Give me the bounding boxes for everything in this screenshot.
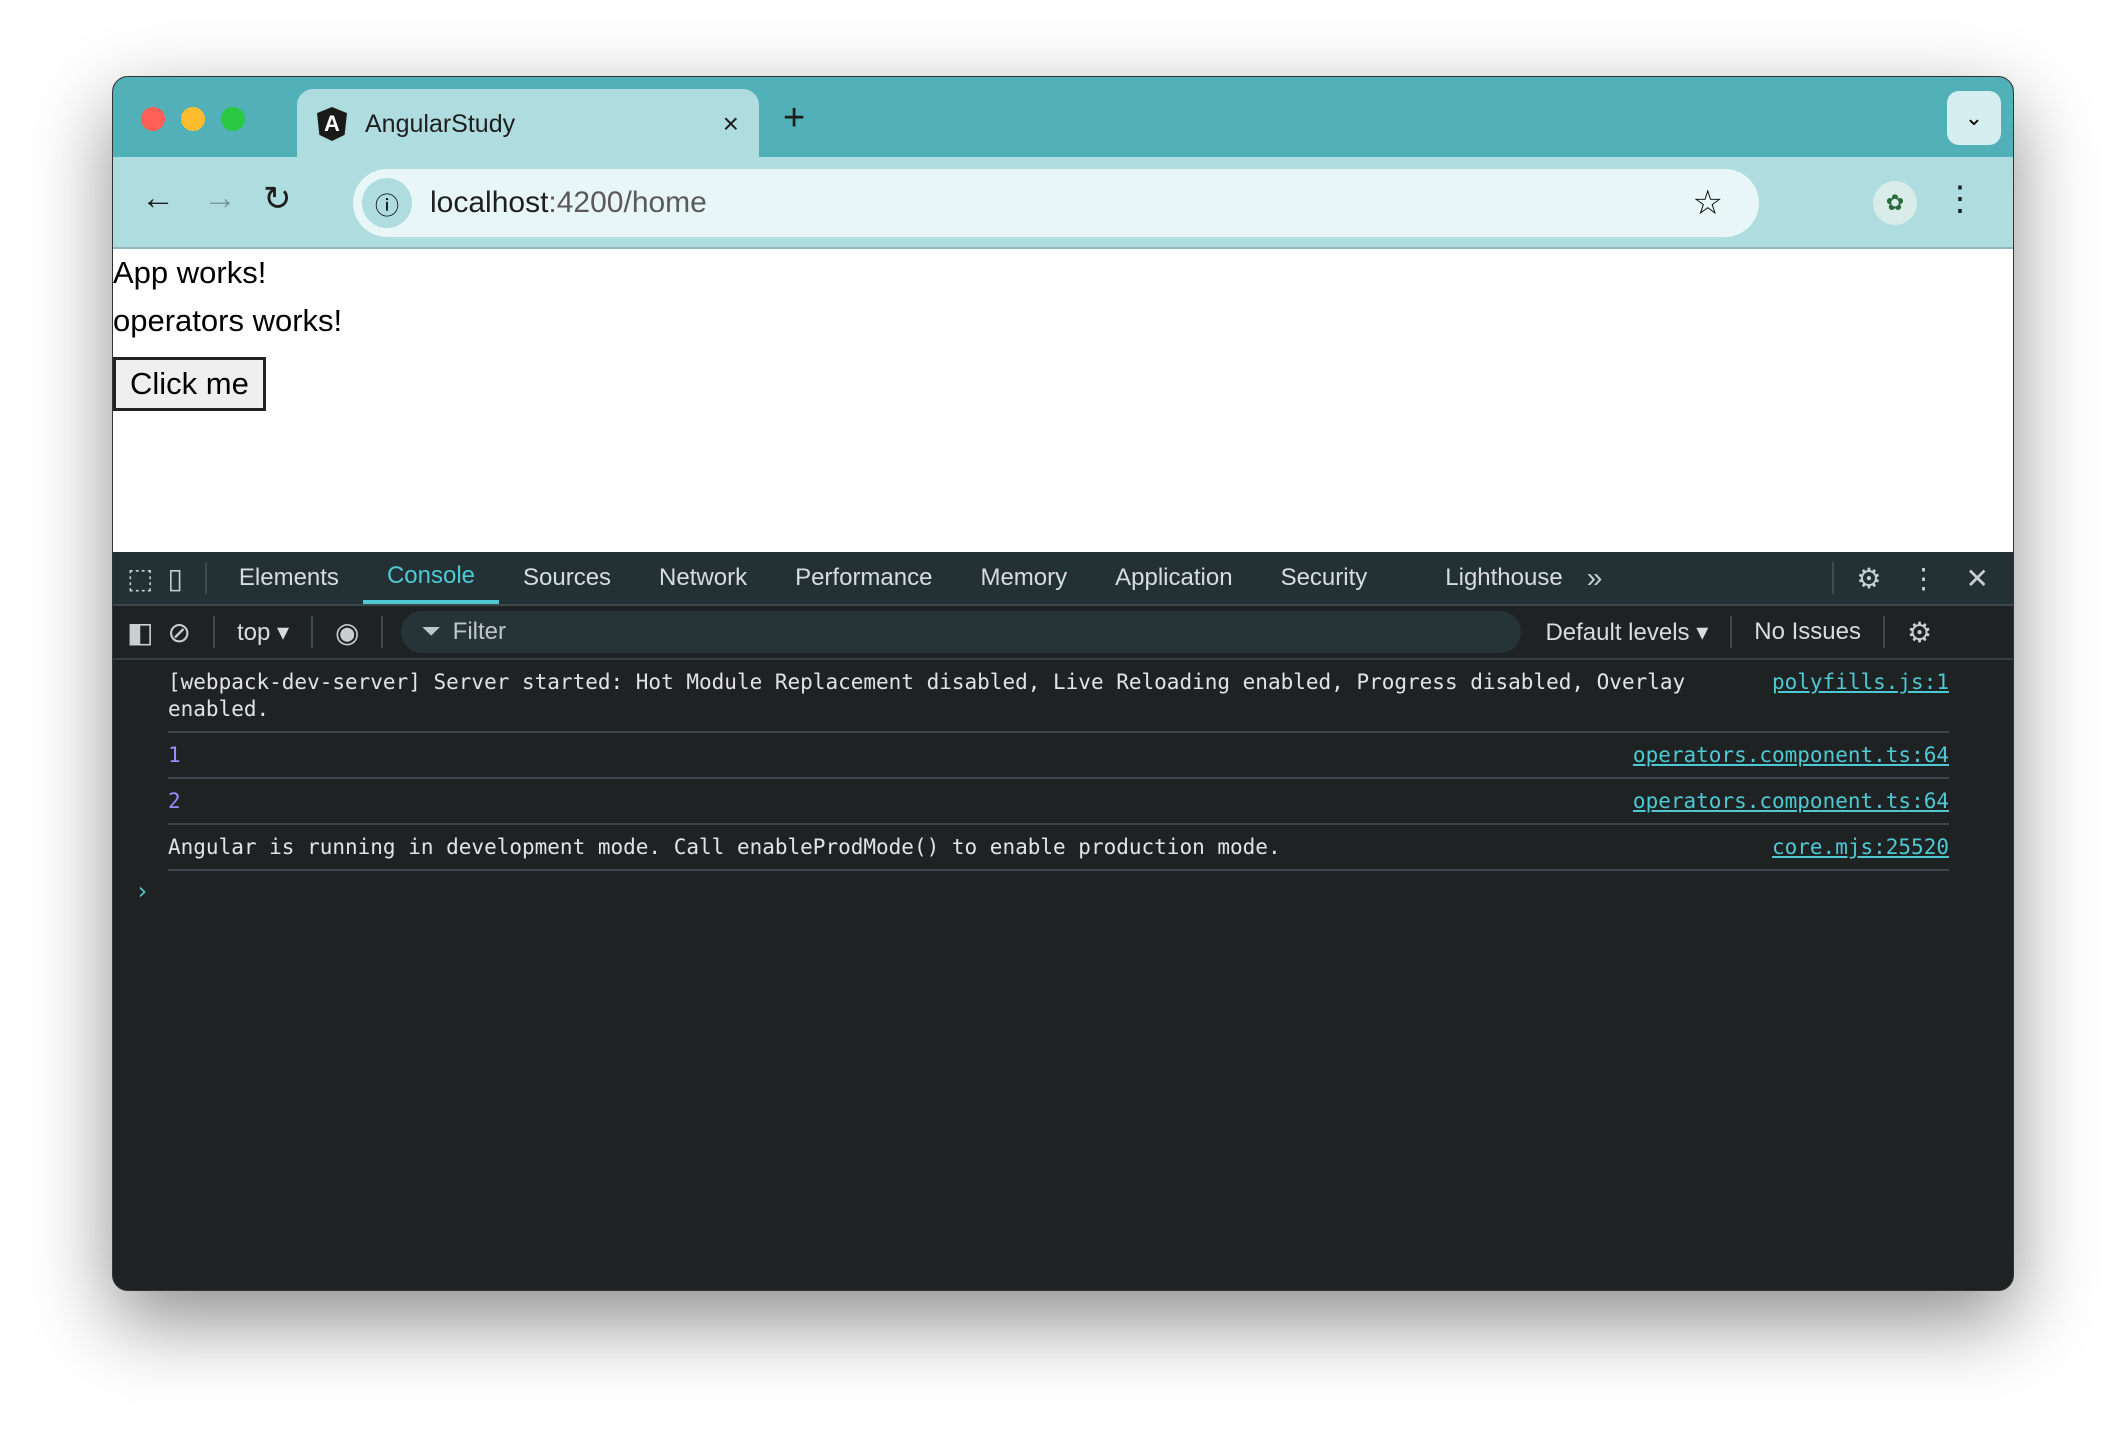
live-expression-eye-icon[interactable]: ◉ (321, 616, 373, 649)
new-tab-button[interactable]: + (783, 97, 805, 140)
click-me-button[interactable]: Click me (113, 357, 266, 411)
site-info-icon[interactable]: ⓘ (362, 178, 412, 228)
sidebar-toggle-icon[interactable]: ◧ (113, 616, 167, 649)
source-link[interactable]: core.mjs:25520 (1772, 834, 1949, 861)
tab-bar: A AngularStudy × + ⌄ (113, 77, 2013, 159)
operators-works-text: operators works! (113, 303, 343, 338)
url-path: :4200/home (548, 186, 707, 219)
back-icon[interactable]: ← (141, 179, 175, 218)
tab-performance[interactable]: Performance (771, 552, 956, 604)
console-message: [webpack-dev-server] Server started: Hot… (168, 660, 1949, 733)
settings-gear-icon[interactable]: ⚙ (1842, 562, 1895, 595)
console-settings-gear-icon[interactable]: ⚙ (1893, 616, 1946, 649)
divider (204, 562, 207, 594)
tab-application[interactable]: Application (1091, 552, 1256, 604)
source-link[interactable]: operators.component.ts:64 (1633, 788, 1949, 815)
clear-console-icon[interactable]: ⊘ (167, 616, 204, 649)
tab-security[interactable]: Security (1257, 552, 1392, 604)
source-link[interactable]: operators.component.ts:64 (1633, 742, 1949, 769)
forward-icon[interactable]: → (203, 179, 237, 218)
log-levels-dropdown[interactable]: Default levels ▾ (1521, 618, 1722, 647)
tab-title: AngularStudy (365, 109, 516, 138)
devtools-tabbar: ⬚ ▯ Elements Console Sources Network Per… (113, 552, 2013, 606)
console-messages: [webpack-dev-server] Server started: Hot… (113, 660, 2013, 1290)
message-text: Angular is running in development mode. … (168, 835, 1281, 859)
divider (311, 616, 314, 648)
message-text: 2 (168, 789, 181, 813)
close-window-button[interactable] (141, 107, 165, 131)
console-toolbar: ◧ ⊘ top ▾ ◉ ⏷ Filter Default levels ▾ No… (113, 606, 2013, 660)
divider (1882, 616, 1885, 648)
tab-close-icon[interactable]: × (723, 108, 739, 140)
minimize-window-button[interactable] (181, 107, 205, 131)
issues-button[interactable]: No Issues (1740, 618, 1875, 646)
filter-input[interactable]: ⏷ Filter (401, 611, 1522, 653)
tab-memory[interactable]: Memory (956, 552, 1091, 604)
console-message: 1 operators.component.ts:64 (168, 733, 1949, 779)
tab-sources[interactable]: Sources (499, 552, 635, 604)
tab-console[interactable]: Console (362, 552, 499, 604)
tab-search-chevron-icon[interactable]: ⌄ (1947, 91, 2001, 145)
address-bar[interactable]: ⓘ localhost:4200/home ☆ (353, 169, 1759, 237)
console-prompt-input[interactable]: › (135, 877, 2013, 905)
tab-network[interactable]: Network (635, 552, 771, 604)
page-content: App works! operators works! Click me (113, 249, 2013, 552)
device-toolbar-icon[interactable]: ▯ (167, 562, 196, 595)
maximize-window-button[interactable] (221, 107, 245, 131)
source-link[interactable]: polyfills.js:1 (1772, 669, 1949, 723)
filter-placeholder: Filter (452, 618, 506, 645)
divider (381, 616, 384, 648)
divider (1730, 616, 1733, 648)
tab-lighthouse[interactable]: Lighthouse (1421, 552, 1586, 604)
more-tabs-icon[interactable]: » (1587, 562, 1603, 594)
context-selector[interactable]: top ▾ (223, 618, 303, 647)
bookmark-star-icon[interactable]: ☆ (1693, 183, 1723, 223)
message-text: 1 (168, 743, 181, 767)
console-message: 2 operators.component.ts:64 (168, 779, 1949, 825)
divider (212, 616, 215, 648)
profile-avatar[interactable]: ✿ (1873, 181, 1917, 225)
reload-icon[interactable]: ↻ (263, 179, 292, 219)
browser-menu-icon[interactable]: ⋮ (1943, 179, 1977, 219)
console-message: Angular is running in development mode. … (168, 825, 1949, 871)
tab-elements[interactable]: Elements (215, 552, 363, 604)
message-text: [webpack-dev-server] Server started: Hot… (168, 670, 1698, 721)
angular-icon: A (317, 107, 347, 141)
browser-toolbar: ← → ↻ ⓘ localhost:4200/home ☆ ✿ ⋮ (113, 157, 2013, 249)
app-works-text: App works! (113, 255, 267, 290)
close-devtools-icon[interactable]: ✕ (1952, 562, 2013, 595)
divider (1832, 562, 1835, 594)
url-host: localhost (430, 186, 549, 219)
browser-tab[interactable]: A AngularStudy × (297, 89, 759, 159)
browser-window: A AngularStudy × + ⌄ ← → ↻ ⓘ localhost:4… (112, 76, 2014, 1291)
devtools-menu-icon[interactable]: ⋮ (1896, 562, 1952, 595)
inspect-element-icon[interactable]: ⬚ (113, 562, 167, 595)
filter-icon: ⏷ (421, 618, 441, 645)
